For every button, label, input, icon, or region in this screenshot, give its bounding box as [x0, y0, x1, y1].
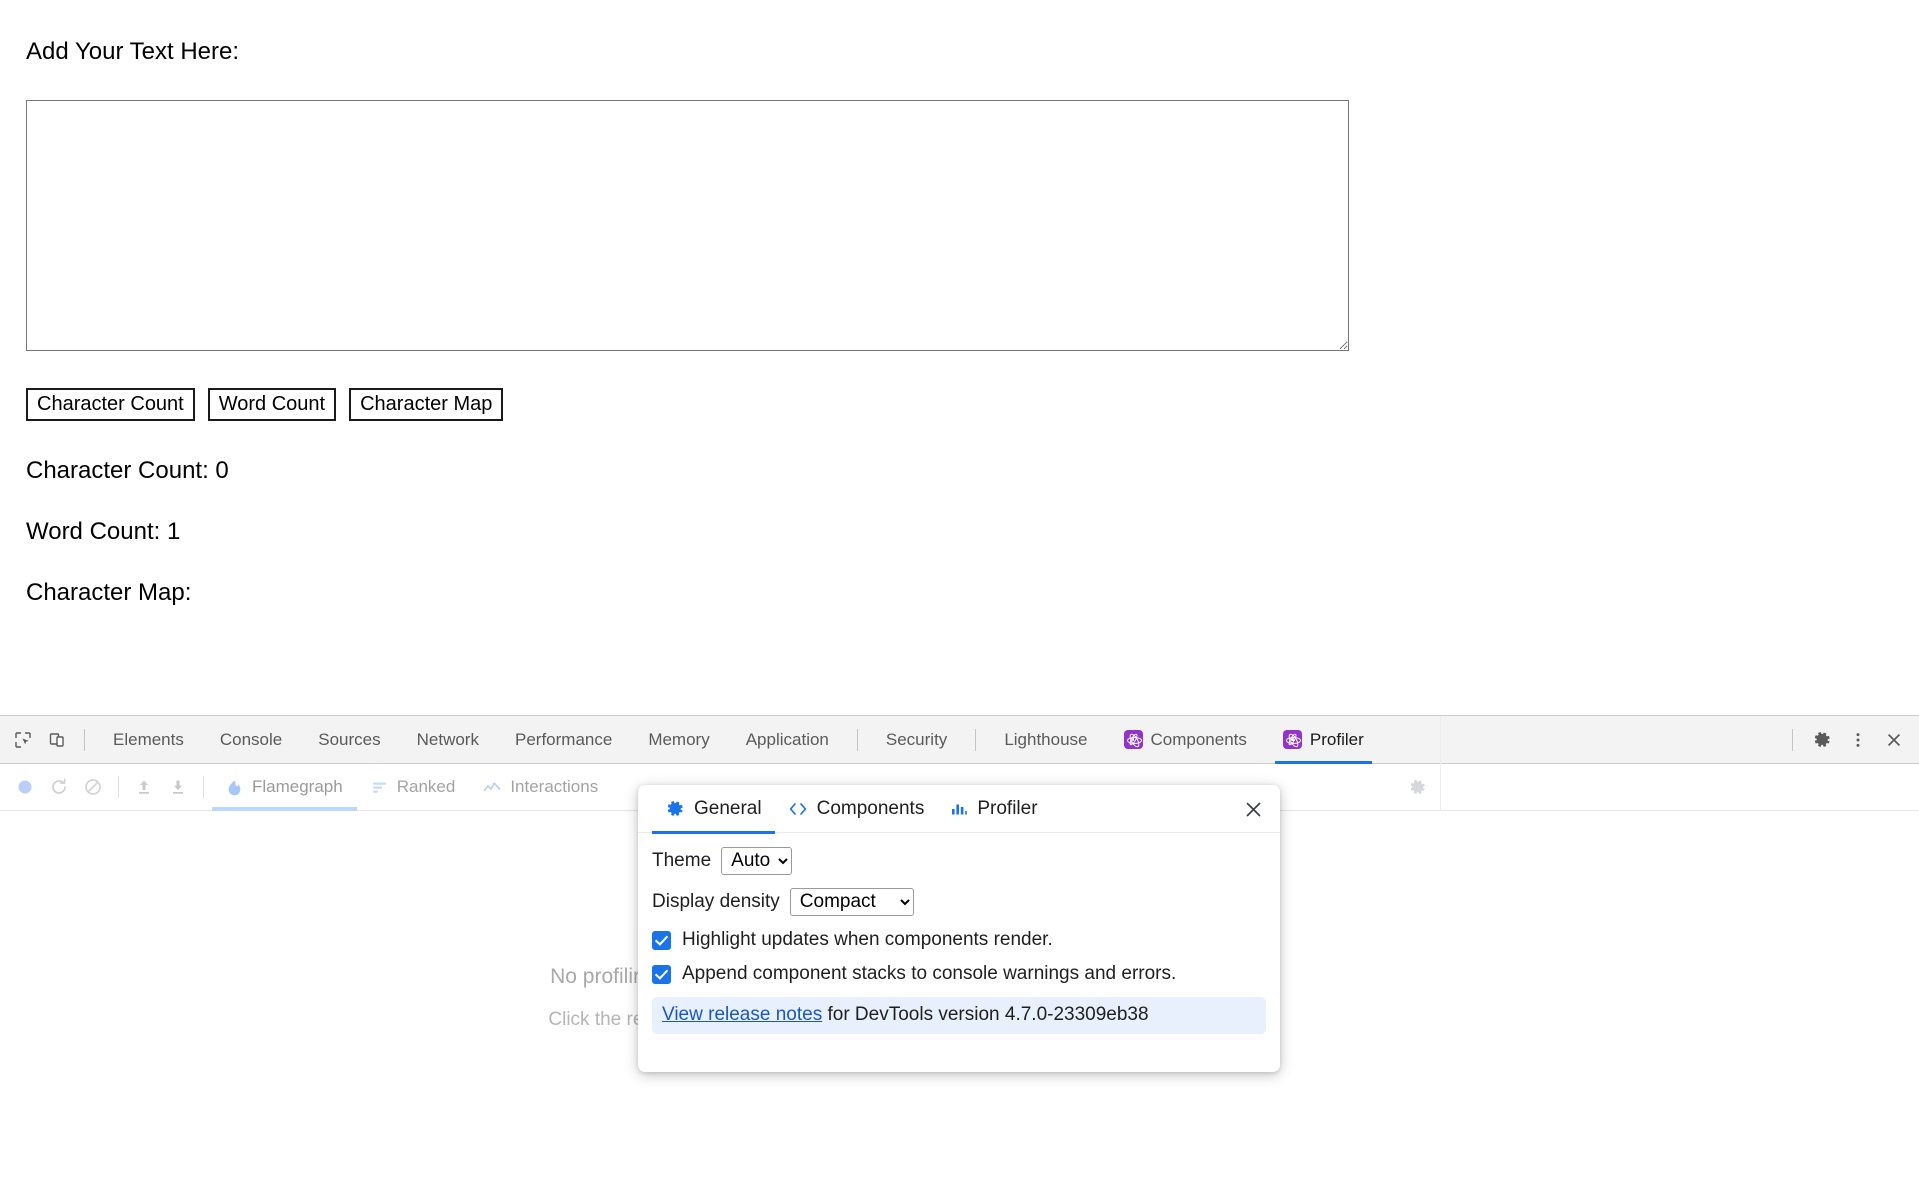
inspect-element-icon[interactable] [6, 723, 40, 757]
page-title: Add Your Text Here: [26, 38, 240, 65]
highlight-updates-label: Highlight updates when components render… [682, 929, 1053, 950]
tab-security[interactable]: Security [868, 716, 965, 764]
profiler-toolbar-divider [118, 776, 119, 798]
record-button[interactable] [8, 770, 42, 804]
profiler-settings-slot [1400, 764, 1434, 811]
tab-performance[interactable]: Performance [497, 716, 630, 764]
modal-tab-components[interactable]: Components [775, 785, 938, 833]
reload-and-profile-button[interactable] [42, 770, 76, 804]
character-count-result: Character Count: 0 [26, 457, 229, 484]
right-actions-divider [1792, 729, 1793, 751]
devtools-tab-bar: Elements Console Sources Network Perform… [0, 716, 1919, 764]
tab-group-divider-2 [975, 728, 977, 751]
view-release-notes-link[interactable]: View release notes [662, 1004, 822, 1025]
bar-chart-icon [950, 800, 968, 818]
modal-tab-label: General [694, 797, 762, 819]
profiler-tab-ranked[interactable]: Ranked [357, 764, 470, 811]
tab-components[interactable]: Components [1106, 716, 1265, 764]
clear-profiling-data-button[interactable] [76, 770, 110, 804]
theme-select[interactable]: Auto [721, 847, 793, 875]
theme-label: Theme [652, 850, 712, 871]
toolbar-divider [84, 728, 85, 751]
interactions-line-icon [483, 779, 501, 796]
display-density-select[interactable]: Compact [789, 888, 914, 916]
ranked-bars-icon [371, 779, 388, 796]
character-count-button[interactable]: Character Count [26, 388, 195, 421]
character-map-result: Character Map: [26, 579, 192, 606]
append-component-stacks-row[interactable]: Append component stacks to console warni… [652, 963, 1266, 985]
tab-console[interactable]: Console [202, 716, 300, 764]
profiler-toolbar-divider-2 [203, 776, 204, 798]
character-map-button[interactable]: Character Map [349, 388, 504, 421]
devtools-version-text: for DevTools version 4.7.0-23309eb38 [822, 1004, 1149, 1025]
load-profile-button[interactable] [127, 770, 161, 804]
append-component-stacks-checkbox[interactable] [652, 964, 671, 984]
modal-tab-label: Profiler [977, 797, 1038, 819]
profiler-tab-label: Interactions [510, 777, 599, 796]
profiler-settings-gear-icon[interactable] [1400, 771, 1434, 805]
tab-label: Application [745, 729, 829, 749]
code-brackets-icon [788, 800, 808, 818]
tab-group-divider [856, 728, 858, 751]
display-density-label: Display density [652, 891, 780, 912]
tab-label: Sources [318, 729, 381, 749]
tab-lighthouse[interactable]: Lighthouse [986, 716, 1105, 764]
tab-sources[interactable]: Sources [300, 716, 398, 764]
modal-tab-general[interactable]: General [652, 785, 775, 834]
tab-elements[interactable]: Elements [95, 716, 202, 764]
action-button-row: Character Count Word Count Character Map [26, 388, 504, 421]
tab-label: Performance [514, 729, 613, 749]
word-count-button[interactable]: Word Count [207, 388, 337, 421]
profiler-tab-label: Ranked [396, 777, 456, 796]
devtools-right-actions [1782, 716, 1911, 764]
word-count-result: Word Count: 1 [26, 518, 181, 545]
release-notes-banner: View release notes for DevTools version … [652, 997, 1266, 1034]
profiler-tab-flamegraph[interactable]: Flamegraph [212, 764, 357, 811]
close-devtools-icon[interactable] [1877, 723, 1911, 757]
react-logo-icon [1123, 730, 1143, 749]
theme-setting-row: Theme Auto [652, 847, 1266, 875]
display-density-setting-row: Display density Compact [652, 888, 1266, 916]
modal-tab-profiler[interactable]: Profiler [937, 785, 1050, 833]
close-settings-modal-icon[interactable] [1240, 796, 1266, 822]
highlight-updates-row[interactable]: Highlight updates when components render… [652, 929, 1266, 951]
settings-gear-icon[interactable] [1805, 723, 1839, 757]
modal-tab-label: Components [816, 797, 925, 819]
tab-memory[interactable]: Memory [630, 716, 727, 764]
tab-label: Console [219, 729, 283, 749]
tab-label: Elements [113, 729, 184, 749]
device-toolbar-icon[interactable] [40, 723, 74, 757]
devtools-settings-modal: General Components Profiler Theme Auto D… [638, 785, 1280, 1072]
tab-application[interactable]: Application [728, 716, 847, 764]
gear-icon [665, 799, 685, 819]
tab-label: Lighthouse [1004, 729, 1088, 749]
save-profile-button[interactable] [161, 770, 195, 804]
settings-modal-tab-bar: General Components Profiler [638, 785, 1280, 834]
flame-icon [226, 779, 243, 796]
more-options-icon[interactable] [1841, 723, 1875, 757]
tab-network[interactable]: Network [399, 716, 497, 764]
tab-label: Memory [648, 729, 710, 749]
tab-label: Security [885, 729, 948, 749]
settings-modal-body: Theme Auto Display density Compact Highl… [638, 833, 1280, 1034]
text-input-textarea[interactable] [26, 100, 1349, 351]
tab-profiler[interactable]: Profiler [1265, 716, 1382, 764]
react-logo-icon [1282, 730, 1302, 749]
web-page-content: Add Your Text Here: Character Count Word… [0, 0, 1919, 715]
append-component-stacks-label: Append component stacks to console warni… [682, 963, 1177, 984]
tab-label: Network [416, 729, 479, 749]
profiler-tab-interactions[interactable]: Interactions [469, 764, 612, 811]
tab-label: Components [1150, 729, 1247, 749]
highlight-updates-checkbox[interactable] [652, 930, 671, 950]
profiler-tab-label: Flamegraph [252, 777, 343, 796]
tab-label: Profiler [1309, 729, 1364, 749]
